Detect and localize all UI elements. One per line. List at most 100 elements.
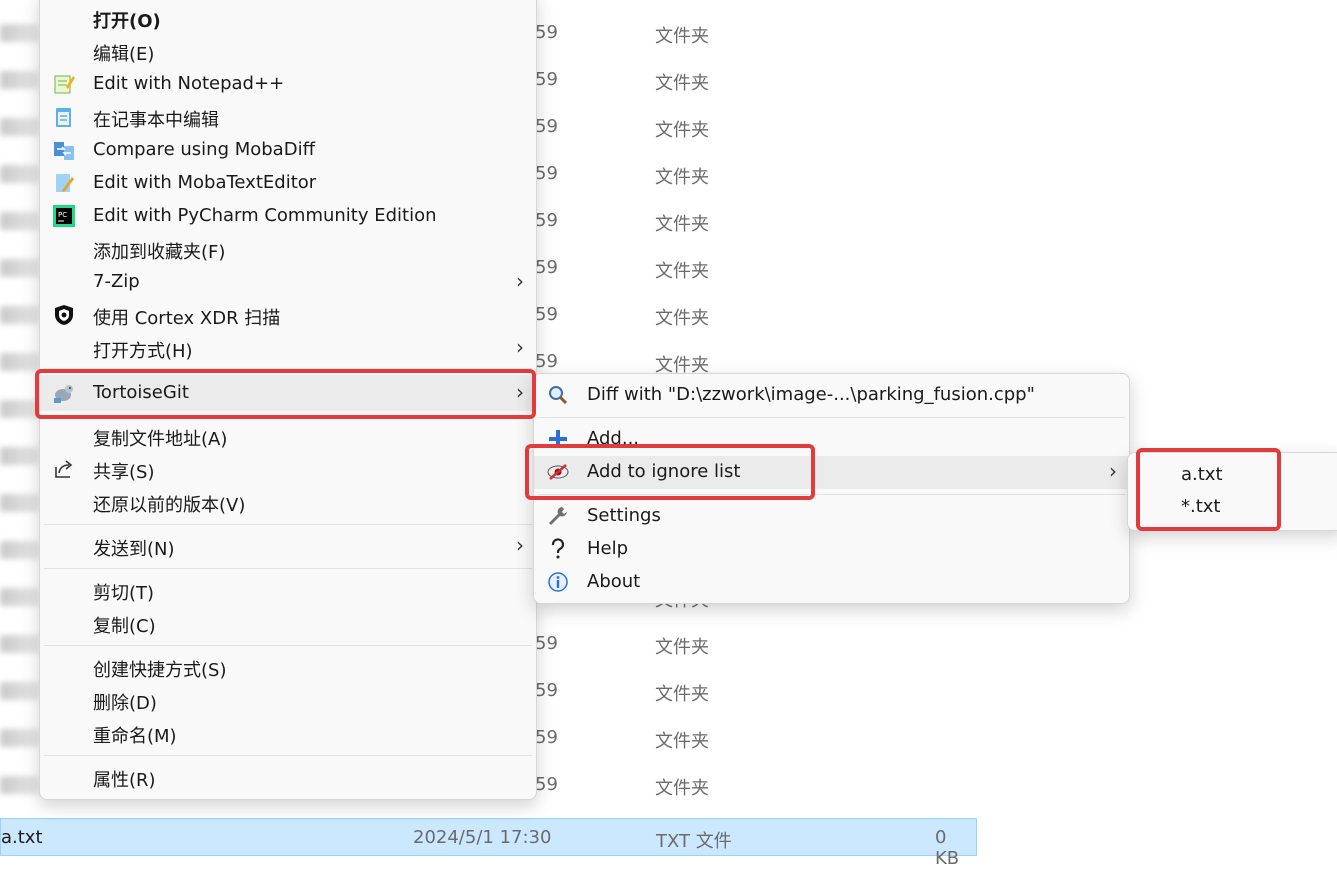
chevron-right-icon: › xyxy=(1109,459,1117,483)
chevron-right-icon: › xyxy=(516,533,524,557)
ignore-item-extension[interactable]: *.txt xyxy=(1128,491,1337,524)
menu-item-tortoisegit[interactable]: TortoiseGit › xyxy=(40,375,536,411)
menu-item-cut[interactable]: 剪切(T) xyxy=(40,574,536,607)
blurred-file-name xyxy=(0,24,40,42)
file-time: 59 xyxy=(535,257,558,278)
tortoisegit-submenu: Diff with "D:\zzwork\image-...\parking_f… xyxy=(533,373,1130,604)
file-date: 2024/5/1 17:30 xyxy=(413,827,552,848)
file-time: 59 xyxy=(535,727,558,748)
chevron-right-icon: › xyxy=(516,335,524,359)
help-icon xyxy=(547,538,569,560)
file-time: 59 xyxy=(535,210,558,231)
file-type: 文件夹 xyxy=(655,684,709,705)
blurred-file-name xyxy=(0,212,40,230)
menu-item-open-with[interactable]: 打开方式(H) › xyxy=(40,332,536,365)
menu-item-properties[interactable]: 属性(R) xyxy=(40,761,536,794)
file-name: a.txt xyxy=(1,827,43,848)
file-time: 59 xyxy=(535,680,558,701)
file-time: 59 xyxy=(535,69,558,90)
file-type: 文件夹 xyxy=(655,261,709,282)
wrench-icon xyxy=(547,505,569,527)
blurred-file-name xyxy=(0,306,40,324)
blurred-file-name xyxy=(0,494,40,512)
blurred-file-name xyxy=(0,635,40,653)
menu-separator xyxy=(538,494,1125,495)
file-time: 59 xyxy=(535,304,558,325)
file-time: 59 xyxy=(535,633,558,654)
menu-item-open[interactable]: 打开(O) xyxy=(40,2,536,35)
menu-item-add-favorites[interactable]: 添加到收藏夹(F) xyxy=(40,233,536,266)
menu-item-edit[interactable]: 编辑(E) xyxy=(40,35,536,68)
file-type: 文件夹 xyxy=(655,214,709,235)
magnifier-icon xyxy=(547,384,569,406)
submenu-item-help[interactable]: Help xyxy=(534,533,1129,566)
file-type: 文件夹 xyxy=(655,308,709,329)
menu-item-cortex-scan[interactable]: 使用 Cortex XDR 扫描 xyxy=(40,299,536,332)
file-size: 0 KB xyxy=(935,827,960,869)
blurred-file-name xyxy=(0,776,40,794)
menu-item-copy[interactable]: 复制(C) xyxy=(40,607,536,640)
share-icon xyxy=(53,458,75,480)
menu-separator xyxy=(44,755,532,756)
blurred-file-name xyxy=(0,541,40,559)
chevron-right-icon: › xyxy=(516,380,524,404)
notepadpp-icon xyxy=(53,73,75,95)
menu-separator xyxy=(44,368,532,369)
info-icon xyxy=(547,571,569,593)
submenu-item-add[interactable]: Add... xyxy=(534,423,1129,456)
blurred-file-name xyxy=(0,118,40,136)
context-menu: 打开(O) 编辑(E) Edit with Notepad++ 在记事本中编辑 … xyxy=(39,0,537,800)
plus-icon xyxy=(547,428,569,450)
menu-item-copy-path[interactable]: 复制文件地址(A) xyxy=(40,420,536,453)
menu-separator xyxy=(44,415,532,416)
selected-file-row[interactable]: a.txt 2024/5/1 17:30 TXT 文件 0 KB xyxy=(0,818,977,869)
menu-item-send-to[interactable]: 发送到(N) › xyxy=(40,530,536,563)
file-time: 59 xyxy=(535,22,558,43)
blurred-file-name xyxy=(0,353,40,371)
blurred-file-name xyxy=(0,71,40,89)
file-time: 59 xyxy=(535,351,558,372)
submenu-item-diff[interactable]: Diff with "D:\zzwork\image-...\parking_f… xyxy=(534,379,1129,412)
notepad-icon xyxy=(53,106,75,128)
file-time: 59 xyxy=(535,774,558,795)
blurred-file-name xyxy=(0,259,40,277)
menu-item-notepad[interactable]: 在记事本中编辑 xyxy=(40,101,536,134)
menu-item-rename[interactable]: 重命名(M) xyxy=(40,717,536,750)
submenu-item-settings[interactable]: Settings xyxy=(534,500,1129,533)
blurred-file-name xyxy=(0,682,40,700)
mobadiff-icon xyxy=(53,139,75,161)
blurred-file-name xyxy=(0,447,40,465)
menu-item-pycharm[interactable]: PC Edit with PyCharm Community Edition xyxy=(40,200,536,233)
tortoisegit-icon xyxy=(53,382,75,404)
menu-separator xyxy=(44,568,532,569)
menu-item-mobatexteditor[interactable]: Edit with MobaTextEditor xyxy=(40,167,536,200)
file-time: 59 xyxy=(535,163,558,184)
blurred-file-name xyxy=(0,588,40,606)
file-type: 文件夹 xyxy=(655,731,709,752)
mobatexteditor-icon xyxy=(53,172,75,194)
menu-separator xyxy=(538,417,1125,418)
menu-item-delete[interactable]: 删除(D) xyxy=(40,684,536,717)
file-type: 文件夹 xyxy=(655,73,709,94)
file-type: 文件夹 xyxy=(655,26,709,47)
file-type: 文件夹 xyxy=(655,637,709,658)
menu-separator xyxy=(44,645,532,646)
menu-item-mobadiff[interactable]: Compare using MobaDiff xyxy=(40,134,536,167)
menu-item-share[interactable]: 共享(S) xyxy=(40,453,536,486)
submenu-item-about[interactable]: About xyxy=(534,566,1129,599)
blurred-file-name xyxy=(0,400,40,418)
menu-item-create-shortcut[interactable]: 创建快捷方式(S) xyxy=(40,651,536,684)
file-time: 59 xyxy=(535,116,558,137)
chevron-right-icon: › xyxy=(516,269,524,293)
ignore-icon xyxy=(547,461,569,483)
submenu-item-add-to-ignore[interactable]: Add to ignore list › xyxy=(534,456,1129,489)
menu-item-7zip[interactable]: 7-Zip › xyxy=(40,266,536,299)
menu-item-restore-versions[interactable]: 还原以前的版本(V) xyxy=(40,486,536,519)
file-type: 文件夹 xyxy=(655,778,709,799)
file-type: 文件夹 xyxy=(655,167,709,188)
cortex-shield-icon xyxy=(53,304,75,326)
ignore-item-file[interactable]: a.txt xyxy=(1128,459,1337,492)
pycharm-icon: PC xyxy=(53,205,75,227)
file-type: 文件夹 xyxy=(655,120,709,141)
menu-item-notepadpp[interactable]: Edit with Notepad++ xyxy=(40,68,536,101)
